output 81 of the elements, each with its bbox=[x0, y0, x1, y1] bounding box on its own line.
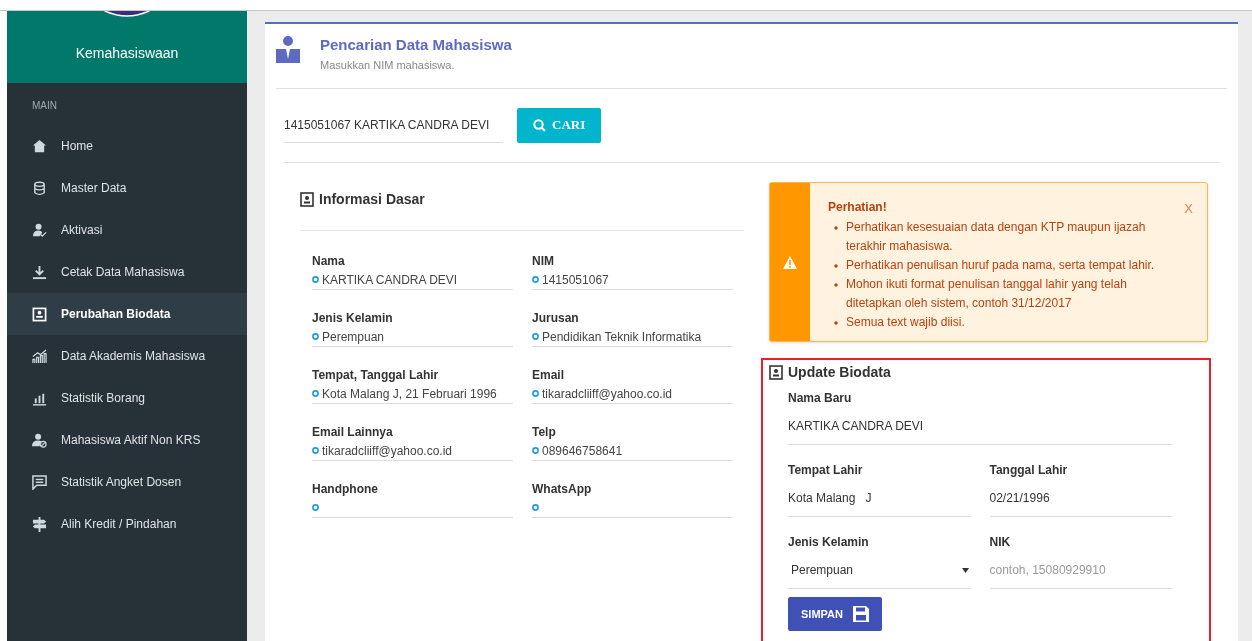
alert-item: Perhatikan penulisan huruf pada nama, serta tempat lahir. bbox=[846, 257, 1155, 274]
home-icon bbox=[32, 138, 47, 154]
text-field[interactable]: contoh, 15080929910 bbox=[989, 552, 1172, 589]
circle-bullet-icon bbox=[532, 390, 539, 397]
field-label: Handphone bbox=[312, 481, 379, 498]
field-value: 089646758641 bbox=[542, 442, 623, 460]
sidebar-item[interactable]: Master Data bbox=[7, 167, 247, 209]
chart-icon bbox=[32, 348, 47, 364]
circle-bullet-icon bbox=[532, 333, 539, 340]
download-icon bbox=[32, 264, 47, 280]
alert-title: Perhatian! bbox=[828, 199, 888, 216]
person-check-icon bbox=[32, 222, 47, 238]
field-label: NIM bbox=[532, 253, 555, 270]
sidebar-item[interactable]: Cetak Data Mahasiswa bbox=[7, 251, 247, 293]
sidebar-item[interactable]: Statistik Angket Dosen bbox=[7, 461, 247, 503]
bullet-icon bbox=[834, 283, 838, 287]
save-icon bbox=[852, 606, 869, 622]
field-label: Telp bbox=[532, 424, 557, 441]
text-field[interactable]: KARTIKA CANDRA DEVI bbox=[788, 408, 1172, 445]
bullet-icon bbox=[834, 321, 838, 325]
alert-item: Mohon ikuti format penulisan tanggal lahir yang telah ditetapkan oleh sistem, contoh 31/12/2017 bbox=[846, 276, 1128, 312]
id-card-icon bbox=[769, 365, 783, 380]
search-field[interactable]: 1415051067 KARTIKA CANDRA DEVI bbox=[284, 107, 503, 143]
page-subtitle: Masukkan NIM mahasiswa. bbox=[320, 57, 456, 73]
sidebar-item[interactable]: Perubahan Biodata bbox=[7, 293, 247, 335]
id-card-icon bbox=[300, 192, 314, 207]
field-value: tikaradcliiff@yahoo.co.id bbox=[322, 442, 453, 460]
field-label: NIK bbox=[989, 534, 1012, 551]
alert-item: Semua text wajib diisi. bbox=[846, 314, 965, 331]
field-label: Tanggal Lahir bbox=[989, 462, 1069, 479]
id-card-icon bbox=[32, 306, 47, 322]
section-title: Informasi Dasar bbox=[319, 190, 425, 209]
warning-icon bbox=[783, 255, 797, 269]
field-value: Kota Malang J, 21 Februari 1996 bbox=[322, 385, 497, 403]
field-value: Perempuan bbox=[322, 328, 385, 346]
field-value: 1415051067 bbox=[542, 271, 609, 289]
section-title: Update Biodata bbox=[788, 363, 891, 382]
text-field[interactable]: 02/21/1996 bbox=[989, 480, 1172, 517]
sidebar-item[interactable]: Data Akademis Mahasiswa bbox=[7, 335, 247, 377]
sidebar-item[interactable]: Alih Kredit / Pindahan bbox=[7, 503, 247, 545]
circle-bullet-icon bbox=[312, 276, 319, 283]
signpost-icon bbox=[32, 516, 47, 532]
alert-item: Perhatikan kesesuaian data dengan KTP maupun ijazah terakhir mahasiswa. bbox=[846, 219, 1147, 255]
field-label: Nama Baru bbox=[788, 390, 853, 407]
circle-bullet-icon bbox=[532, 447, 539, 454]
bullet-icon bbox=[834, 264, 838, 268]
field-label: Tempat Lahir bbox=[788, 462, 864, 479]
field-label: Email Lainnya bbox=[312, 424, 394, 441]
field-label: Email bbox=[532, 367, 565, 384]
field-label: Jurusan bbox=[532, 310, 580, 327]
search-icon bbox=[533, 118, 546, 132]
sidebar-item[interactable]: Mahasiswa Aktif Non KRS bbox=[7, 419, 247, 461]
database-icon bbox=[32, 180, 47, 196]
page-title: Pencarian Data Mahasiswa bbox=[320, 35, 512, 55]
field-label: Jenis Kelamin bbox=[312, 310, 394, 327]
sidebar-item[interactable]: Home bbox=[7, 125, 247, 167]
field-value: Pendidikan Teknik Informatika bbox=[542, 328, 702, 346]
sidebar-item[interactable]: Statistik Borang bbox=[7, 377, 247, 419]
gender-select[interactable]: Perempuan bbox=[788, 552, 971, 589]
field-label: Tempat, Tanggal Lahir bbox=[312, 367, 440, 384]
circle-bullet-icon bbox=[532, 504, 539, 511]
person-icon bbox=[276, 35, 300, 63]
circle-bullet-icon bbox=[312, 390, 319, 397]
brand-name: Kemahasiswaan bbox=[75, 44, 179, 63]
field-label: WhatsApp bbox=[532, 481, 593, 498]
save-button[interactable]: SIMPAN bbox=[788, 597, 882, 631]
field-label: Jenis Kelamin bbox=[788, 534, 870, 551]
section-label: MAIN bbox=[31, 99, 58, 113]
field-label: Nama bbox=[312, 253, 346, 270]
dropdown-arrow-icon bbox=[961, 567, 969, 573]
circle-bullet-icon bbox=[312, 333, 319, 340]
circle-bullet-icon bbox=[532, 276, 539, 283]
text-field[interactable]: Kota Malang J bbox=[788, 480, 971, 517]
person-blocked-icon bbox=[32, 432, 47, 448]
circle-bullet-icon bbox=[312, 504, 319, 511]
bullet-icon bbox=[834, 226, 838, 230]
circle-bullet-icon bbox=[312, 447, 319, 454]
sidebar-item[interactable]: Aktivasi bbox=[7, 209, 247, 251]
field-value: KARTIKA CANDRA DEVI bbox=[322, 271, 458, 289]
field-value: tikaradcliiff@yahoo.co.id bbox=[542, 385, 673, 403]
chat-icon bbox=[32, 474, 47, 490]
